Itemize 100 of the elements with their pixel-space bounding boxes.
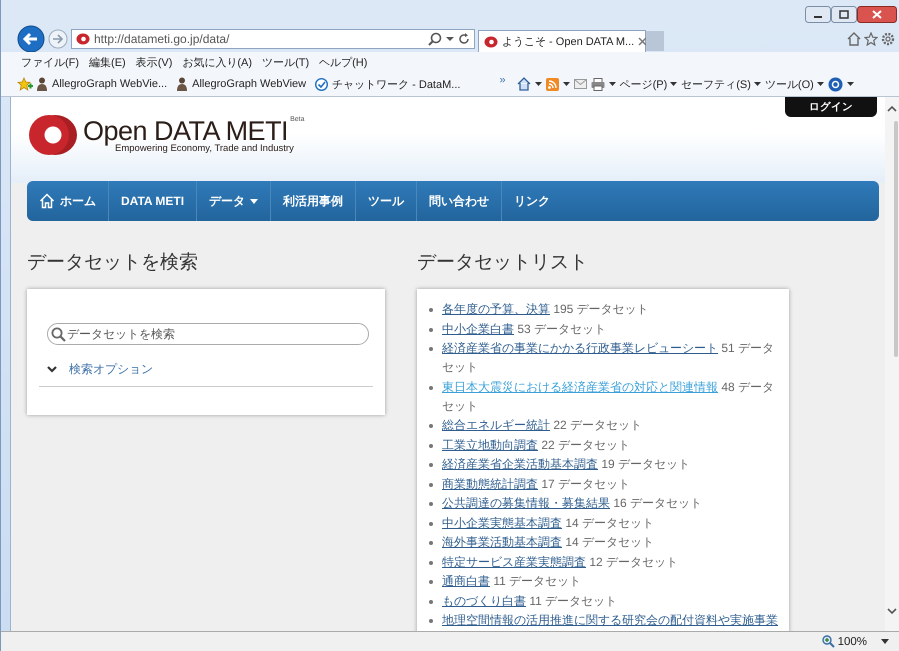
minimize-button[interactable] xyxy=(805,6,831,23)
dataset-entry: 工業立地動向調査 22 データセット xyxy=(442,436,632,454)
favorite-link[interactable]: チャットワーク - DataM... xyxy=(315,76,460,92)
dataset-entry: 海外事業活動基本調査 14 データセット xyxy=(442,534,656,551)
caret-icon xyxy=(754,82,761,86)
dataset-link[interactable]: ものづくり白書 xyxy=(442,594,526,608)
caret-icon xyxy=(250,198,258,204)
figure-icon xyxy=(176,77,188,91)
dataset-link[interactable]: 商業動態統計調査 xyxy=(442,476,538,490)
favorite-link[interactable]: AllegroGraph WebVie... xyxy=(36,77,168,91)
settings-icon[interactable] xyxy=(881,32,895,46)
browser-tab[interactable]: ようこそ - Open DATA M... xyxy=(478,30,646,52)
bullet-icon xyxy=(429,463,433,467)
search-field[interactable]: データセットを検索 xyxy=(47,323,369,345)
star-icon[interactable] xyxy=(864,32,878,46)
add-favorite-icon[interactable] xyxy=(17,77,33,91)
dataset-entry: 特定サービス産業実態調査 12 データセット xyxy=(442,554,680,570)
nav-item[interactable]: データ xyxy=(197,181,272,221)
zoom-level[interactable]: 100% xyxy=(822,635,867,648)
bullet-icon xyxy=(429,541,433,545)
dataset-link[interactable]: 工業立地動向調査 xyxy=(442,438,538,452)
dataset-link[interactable]: 中小企業白書 xyxy=(442,322,514,336)
menu-item[interactable]: 表示(V) xyxy=(136,54,172,70)
bullet-icon xyxy=(429,386,433,390)
close-icon[interactable] xyxy=(638,37,648,46)
bullet-icon xyxy=(429,328,433,332)
address-field[interactable]: http://datameti.go.jp/data/ xyxy=(71,29,475,49)
caret-icon[interactable] xyxy=(608,82,616,86)
caret-icon xyxy=(816,82,824,86)
dataset-entry: 通商白書 11 データセット xyxy=(442,573,582,590)
dataset-link[interactable]: 各年度の予算、決算 xyxy=(442,302,550,316)
caret-icon[interactable] xyxy=(846,82,854,86)
dataset-link[interactable]: 海外事業活動基本調査 xyxy=(442,535,562,549)
login-button[interactable]: ログイン xyxy=(785,97,877,117)
dataset-entry: 経済産業省企業活動基本調査 19 データセット xyxy=(442,456,692,473)
bullet-icon xyxy=(429,600,433,604)
nav-item[interactable]: ツール xyxy=(356,181,418,221)
overflow-chevron[interactable]: » xyxy=(499,74,506,86)
command-menu[interactable]: セーフティ(S) xyxy=(681,76,761,92)
zoom-icon xyxy=(822,635,835,648)
forward-button[interactable] xyxy=(48,29,68,49)
maximize-button[interactable] xyxy=(831,6,857,23)
bullet-icon xyxy=(429,502,433,506)
printer-icon[interactable] xyxy=(590,78,605,90)
nav-item[interactable]: DATA METI xyxy=(109,181,198,221)
caret-icon[interactable] xyxy=(562,82,570,86)
refresh-icon xyxy=(458,33,470,45)
section-heading: データセットリスト xyxy=(417,251,589,275)
back-button[interactable] xyxy=(17,25,45,53)
dataset-link[interactable]: 総合エネルギー統計 xyxy=(442,418,550,432)
dataset-entry: 中小企業実態基本調査 14 データセット xyxy=(442,514,656,532)
tab-title: ようこそ - Open DATA M... xyxy=(502,35,634,49)
caret-icon[interactable] xyxy=(881,639,889,644)
command-menu[interactable]: ページ(P) xyxy=(620,76,678,92)
dataset-link[interactable]: 経済産業省企業活動基本調査 xyxy=(442,457,598,471)
bullet-icon xyxy=(429,347,433,351)
dataset-entry: 中小企業白書 53 データセット xyxy=(442,320,608,338)
options-link[interactable]: 検索オプション xyxy=(69,361,153,378)
bullet-icon xyxy=(429,308,433,312)
dataset-entry: 経済産業省の事業にかかる行政事業レビューシート 51 データセット xyxy=(442,340,776,376)
bullet-icon xyxy=(429,580,433,584)
bullet-icon xyxy=(429,424,433,428)
home-icon[interactable] xyxy=(847,32,861,46)
home-icon[interactable] xyxy=(516,77,531,91)
caret-icon[interactable] xyxy=(534,82,542,86)
nav-item[interactable]: リンク xyxy=(502,181,562,221)
dataset-entry: 商業動態統計調査 17 データセット xyxy=(442,476,632,492)
logo-tagline: Empowering Economy, Trade and Industry xyxy=(115,143,295,154)
chevron-down-icon[interactable] xyxy=(47,366,57,373)
dataset-link[interactable]: 通商白書 xyxy=(442,574,490,588)
figure-icon xyxy=(36,77,48,91)
search-icon xyxy=(51,327,66,342)
site-icon xyxy=(76,33,90,45)
menu-item[interactable]: ヘルプ(H) xyxy=(319,54,368,70)
favorite-link[interactable]: AllegroGraph WebView xyxy=(176,77,306,91)
dataset-link[interactable]: 地理空間情報の活用推進に関する研究会の配付資料や実施事業 xyxy=(442,613,778,627)
dataset-link[interactable]: 公共調達の募集情報・募集結果 xyxy=(442,496,610,510)
caret-icon xyxy=(670,82,678,86)
close-button[interactable] xyxy=(857,6,897,23)
dataset-entry: 総合エネルギー統計 22 データセット xyxy=(442,417,644,434)
nav-item[interactable]: ホーム xyxy=(27,181,109,221)
help-icon[interactable] xyxy=(828,76,843,92)
menu-item[interactable]: 編集(E) xyxy=(89,54,126,70)
dataset-link[interactable]: 特定サービス産業実態調査 xyxy=(442,554,586,568)
section-heading: データセットを検索 xyxy=(27,251,199,275)
menu-item[interactable]: ツール(T) xyxy=(262,54,310,70)
nav-item[interactable]: 利活用事例 xyxy=(271,181,356,221)
bullet-icon xyxy=(429,444,433,448)
bullet-icon xyxy=(429,560,433,564)
command-menu[interactable]: ツール(O) xyxy=(764,76,824,92)
menu-item[interactable]: ファイル(F) xyxy=(21,54,80,70)
menu-item[interactable]: お気に入り(A) xyxy=(182,54,252,70)
search-icon xyxy=(428,32,442,46)
dataset-entry: 各年度の予算、決算 195 データセット xyxy=(442,301,650,318)
dataset-link[interactable]: 経済産業省の事業にかかる行政事業レビューシート xyxy=(442,341,718,355)
nav-item[interactable]: 問い合わせ xyxy=(417,181,502,221)
bullet-icon xyxy=(429,522,433,526)
bullet-icon xyxy=(429,482,433,486)
dataset-link[interactable]: 中小企業実態基本調査 xyxy=(442,516,562,530)
caret-icon xyxy=(446,36,454,42)
